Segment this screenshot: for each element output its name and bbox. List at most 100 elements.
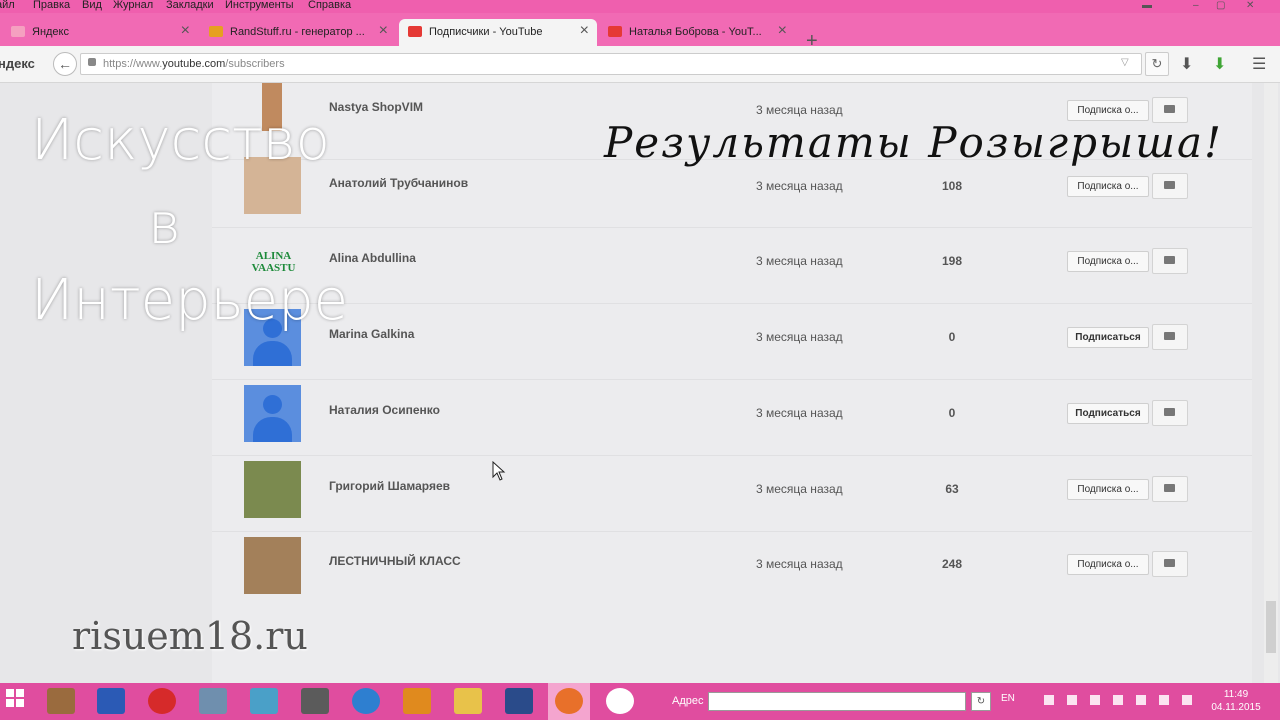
menu-tools[interactable]: Инструменты [225, 0, 294, 11]
file-manager-icon[interactable] [47, 688, 75, 714]
flag-icon[interactable] [1090, 695, 1100, 705]
clock-time: 11:49 [1223, 689, 1249, 700]
subscriber-count: 63 [945, 482, 959, 496]
avatar[interactable] [244, 537, 301, 594]
tab-subscribers[interactable]: Подписчики - YouTube × [399, 19, 597, 46]
network-icon[interactable] [1113, 695, 1123, 705]
notes-icon[interactable] [250, 688, 278, 714]
subscription-date: 3 месяца назад [756, 406, 843, 420]
close-tab-icon[interactable]: × [580, 22, 589, 40]
volume-icon[interactable] [1182, 695, 1192, 705]
subscription-button[interactable]: Подписка о... [1067, 479, 1149, 500]
menu-help[interactable]: Справка [308, 0, 351, 11]
message-button[interactable] [1152, 551, 1188, 577]
subscriber-name[interactable]: Nastya ShopVIM [329, 100, 423, 114]
message-icon [1164, 559, 1175, 567]
menu-view[interactable]: Вид [82, 0, 102, 11]
scrollbar-thumb[interactable] [1266, 601, 1276, 653]
tray-icon[interactable] [1044, 695, 1054, 705]
extension-icon[interactable]: ⬇ [1213, 54, 1226, 74]
avatar[interactable] [244, 461, 301, 518]
tray-icon[interactable] [1159, 695, 1169, 705]
taskbar-address-input[interactable] [708, 692, 966, 711]
clock[interactable]: 11:49 04.11.2015 [1208, 688, 1264, 714]
navigation-bar: ндекс ← https://www.youtube.com/subscrib… [0, 46, 1280, 83]
mouse-cursor-icon [492, 461, 506, 481]
close-tab-icon[interactable]: × [181, 22, 190, 40]
subscription-date: 3 месяца назад [756, 179, 843, 193]
message-icon [1164, 181, 1175, 189]
maximize-icon[interactable]: ▢ [1216, 0, 1225, 11]
subscription-date: 3 месяца назад [756, 482, 843, 496]
gimp-icon[interactable] [403, 688, 431, 714]
message-button[interactable] [1152, 400, 1188, 426]
subscription-button[interactable]: Подписка о... [1067, 554, 1149, 575]
subscription-button[interactable]: Подписка о... [1067, 176, 1149, 197]
menu-history[interactable]: Журнал [113, 0, 153, 11]
subscriber-row: Наталия Осипенко 3 месяца назад 0 Подпис… [212, 379, 1252, 456]
tab-label: Наталья Боброва - YouT... [629, 26, 762, 38]
message-button[interactable] [1152, 248, 1188, 274]
folder-icon[interactable] [454, 688, 482, 714]
subscriber-name[interactable]: Наталия Осипенко [329, 403, 440, 417]
close-window-icon[interactable]: ✕ [1246, 0, 1254, 11]
word-icon[interactable] [97, 688, 125, 714]
tray-icon[interactable] [1136, 695, 1146, 705]
back-button[interactable]: ← [53, 52, 77, 76]
subscriber-count: 0 [948, 330, 956, 344]
tab-randstuff[interactable]: RandStuff.ru - генератор ... × [200, 19, 396, 46]
menu-file[interactable]: айл [0, 0, 15, 11]
tab-label: Яндекс [32, 26, 69, 38]
message-button[interactable] [1152, 324, 1188, 350]
subscriber-row: Marina Galkina 3 месяца назад 0 Подписат… [212, 303, 1252, 380]
subscription-button[interactable]: Подписка о... [1067, 251, 1149, 272]
reload-button[interactable]: ↻ [1145, 52, 1169, 76]
scanner-icon[interactable] [199, 688, 227, 714]
subscribe-button[interactable]: Подписаться [1067, 403, 1149, 424]
default-avatar-head [263, 395, 282, 414]
download-icon[interactable]: ⬇ [1180, 54, 1193, 74]
pen-icon[interactable] [301, 688, 329, 714]
subscribe-button[interactable]: Подписаться [1067, 327, 1149, 348]
dropdown-arrow-icon[interactable]: ▽ [1121, 57, 1129, 68]
avatar[interactable] [244, 385, 301, 442]
tab-yandex[interactable]: Яндекс × [2, 19, 198, 46]
tray-icon[interactable] [1067, 695, 1077, 705]
message-button[interactable] [1152, 173, 1188, 199]
url-text: https://www.youtube.com/subscribers [103, 58, 285, 70]
firefox-icon[interactable] [555, 688, 583, 714]
tab-natalya[interactable]: Наталья Боброва - YouT... × [599, 19, 795, 46]
close-tab-icon[interactable]: × [379, 22, 388, 40]
minimize-icon[interactable]: – [1193, 0, 1199, 11]
overlay-brand: risuem18.ru [72, 614, 308, 658]
flag-icon: ▬ [1142, 0, 1152, 11]
subscriber-count: 198 [941, 254, 963, 268]
subscriber-name[interactable]: Alina Abdullina [329, 251, 416, 265]
opera-icon[interactable] [148, 688, 176, 714]
save-icon[interactable] [505, 688, 533, 714]
ie-icon[interactable] [352, 688, 380, 714]
subscriber-name[interactable]: ЛЕСТНИЧНЫЙ КЛАСС [329, 554, 461, 568]
subscriber-name[interactable]: Анатолий Трубчанинов [329, 176, 468, 190]
yandex-browser-icon[interactable] [606, 688, 634, 714]
message-button[interactable] [1152, 476, 1188, 502]
overlay-line1: Искусство [31, 108, 330, 173]
menu-icon[interactable]: ☰ [1252, 54, 1266, 74]
overlay-line3: Интерьере [31, 268, 349, 333]
address-bar[interactable]: https://www.youtube.com/subscribers ▽ [80, 53, 1142, 75]
menu-bookmarks[interactable]: Закладки [166, 0, 214, 11]
subscriber-row: ЛЕСТНИЧНЫЙ КЛАСС 3 месяца назад 248 Подп… [212, 531, 1252, 607]
message-icon [1164, 256, 1175, 264]
windows-start-icon[interactable] [6, 689, 24, 707]
youtube-favicon-icon [608, 26, 622, 37]
subscriber-row: Григорий Шамаряев 3 месяца назад 63 Подп… [212, 455, 1252, 532]
subscriber-name[interactable]: Григорий Шамаряев [329, 479, 450, 493]
language-indicator[interactable]: EN [1001, 693, 1015, 704]
taskbar-go-icon[interactable]: ↻ [971, 692, 991, 711]
menu-edit[interactable]: Правка [33, 0, 70, 11]
taskbar: Адрес ↻ EN 11:49 04.11.2015 [0, 683, 1280, 720]
scrollbar[interactable] [1264, 83, 1278, 683]
default-avatar-body [253, 417, 292, 442]
subscription-date: 3 месяца назад [756, 557, 843, 571]
close-tab-icon[interactable]: × [778, 22, 787, 40]
